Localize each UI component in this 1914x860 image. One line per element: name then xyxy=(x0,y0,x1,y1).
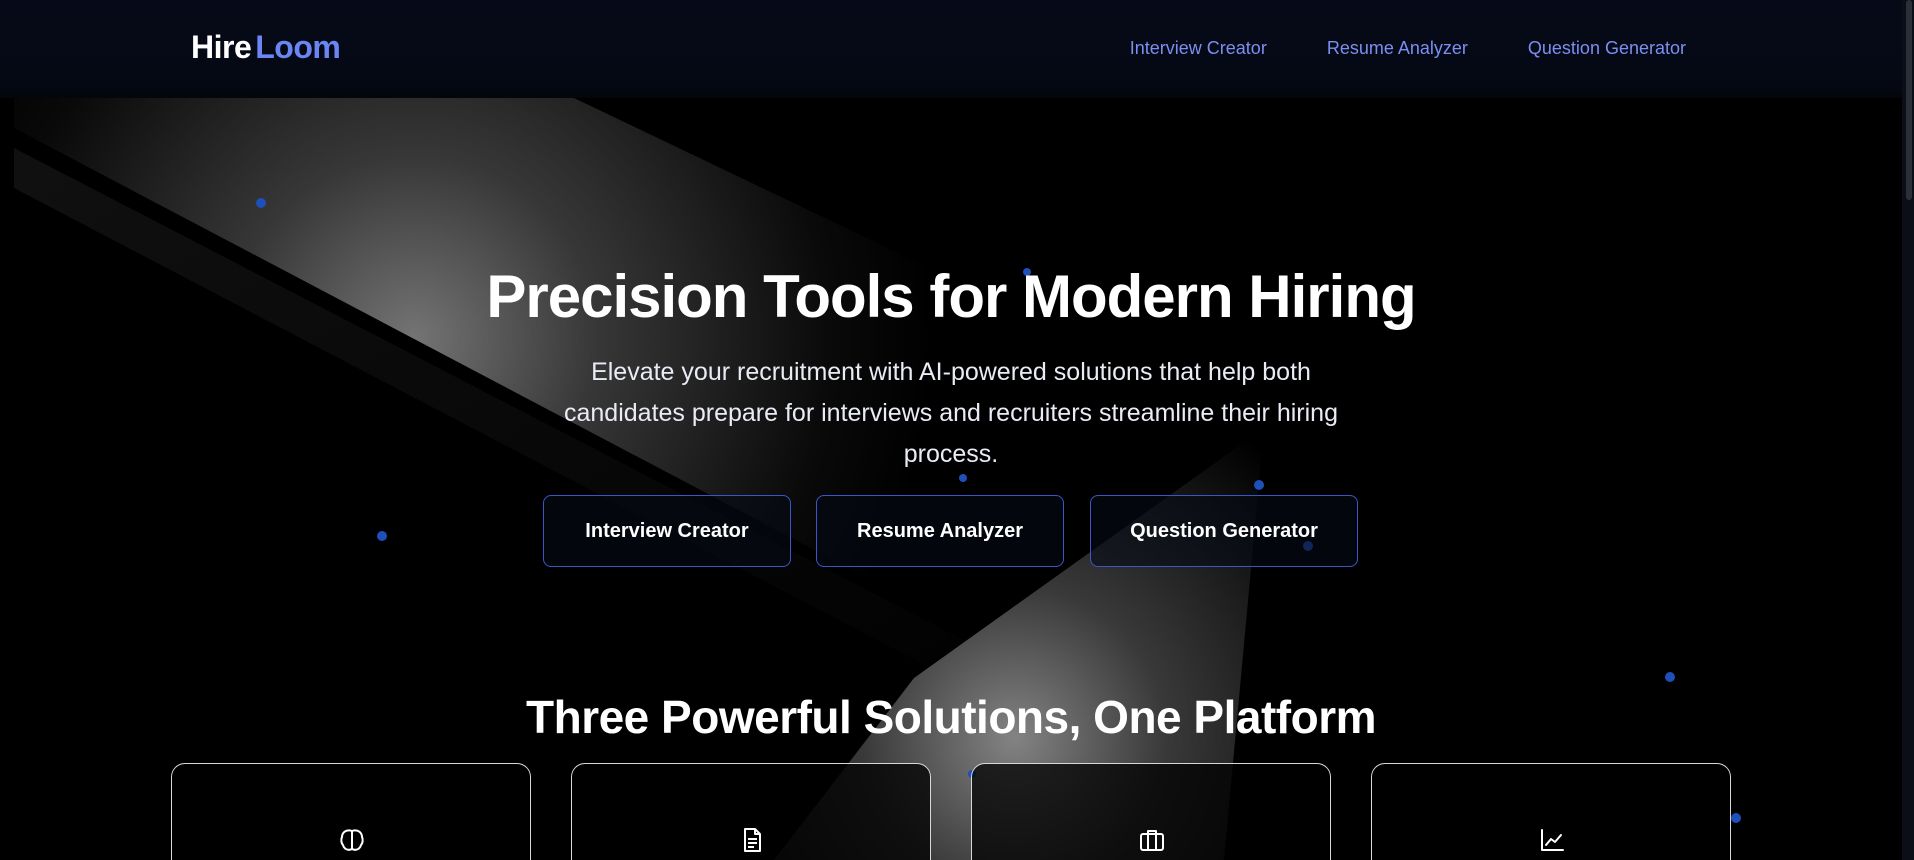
chart-line-icon xyxy=(1541,829,1564,851)
hero-cta-row: Interview Creator Resume Analyzer Questi… xyxy=(0,495,1902,567)
hero-subtitle: Elevate your recruitment with AI-powered… xyxy=(564,358,1338,468)
interview-creator-button[interactable]: Interview Creator xyxy=(543,495,791,567)
hero-background-graphic xyxy=(14,98,1902,860)
scrollbar-thumb[interactable] xyxy=(1906,0,1912,200)
main-nav: Interview Creator Resume Analyzer Questi… xyxy=(1130,38,1686,59)
nav-link-resume-analyzer[interactable]: Resume Analyzer xyxy=(1327,38,1468,59)
resume-analyzer-button[interactable]: Resume Analyzer xyxy=(816,495,1064,567)
feature-card-4[interactable] xyxy=(1371,763,1731,860)
vertical-scrollbar[interactable] xyxy=(1902,0,1914,860)
question-generator-button[interactable]: Question Generator xyxy=(1090,495,1358,567)
features-title: Three Powerful Solutions, One Platform xyxy=(526,691,1377,743)
hero-section xyxy=(14,98,1902,860)
brand-logo[interactable]: Hire Loom xyxy=(191,29,341,66)
hero-title: Precision Tools for Modern Hiring xyxy=(486,263,1416,330)
feature-card-3[interactable] xyxy=(971,763,1331,860)
feature-card-2[interactable] xyxy=(571,763,931,860)
top-navigation: Hire Loom Interview Creator Resume Analy… xyxy=(0,0,1914,98)
document-icon xyxy=(744,828,761,852)
briefcase-icon xyxy=(1140,830,1164,851)
feature-card-1[interactable] xyxy=(171,763,531,860)
brand-name-part1: Hire xyxy=(191,29,252,65)
nav-link-interview-creator[interactable]: Interview Creator xyxy=(1130,38,1267,59)
nav-link-question-generator[interactable]: Question Generator xyxy=(1528,38,1686,59)
brain-icon xyxy=(340,829,364,851)
brand-name-part2: Loom xyxy=(255,29,341,65)
